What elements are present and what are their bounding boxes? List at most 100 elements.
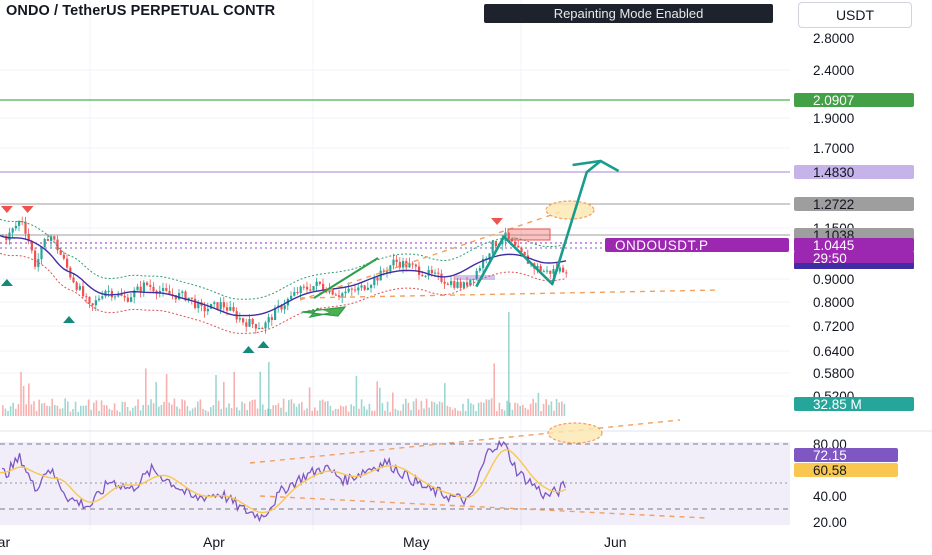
volume-bar [129,410,131,416]
candle-body [382,270,385,272]
volume-bar [381,403,384,416]
volume-bar [51,398,53,416]
candle-body [139,286,142,292]
trading-chart[interactable]: 2.80002.40001.90001.70001.15000.90000.80… [0,0,932,550]
volume-bar [537,392,540,416]
candle-body [322,283,325,290]
volume-bar [327,401,329,416]
volume-bar [280,407,282,416]
volume-bar [511,409,514,416]
volume-bar [418,409,420,416]
volume-bar [329,405,332,416]
price-axis-label: 1.9000 [813,111,854,126]
volume-bar [56,405,59,416]
candle-body [552,269,555,274]
volume-bar [431,401,433,416]
volume-bar [527,409,529,416]
candle-body [56,239,59,251]
volume-bar [293,403,295,416]
candle-body [453,281,456,288]
candle-body [459,281,462,288]
volume-bar [217,400,220,416]
candle-body [360,285,363,288]
volume-bar [275,405,277,416]
price-axis-label: 0.7200 [813,319,854,334]
volume-bar [501,409,503,416]
lower-envelope [0,252,567,334]
candle-body [213,302,216,304]
volume-bar [12,402,14,416]
volume-bar [264,409,267,416]
candle-body [562,267,565,273]
volume-bar [306,408,308,416]
volume-bar [137,399,139,416]
candle-body [283,305,286,310]
candle-body [466,282,469,286]
candle-body [245,322,248,327]
volume-bar [251,399,254,416]
volume-bar [7,410,9,416]
candle-body [126,297,129,302]
volume-bar [438,401,441,416]
candle-body [354,289,357,291]
volume-bar [428,407,430,416]
price-tag-label: 2.0907 [813,93,854,108]
volume-bar [321,399,324,416]
candle-body [542,271,545,273]
volume-bar [397,410,399,416]
volume-bar [373,410,376,416]
volume-bar [529,403,532,416]
volume-bar [82,405,85,416]
price-tag-countdown [794,251,914,265]
time-axis-label: Apr [203,534,225,550]
volume-bar [139,410,142,416]
volume-bar [459,411,462,416]
volume-bar [483,402,485,416]
currency-selector[interactable]: USDT [798,2,912,28]
candle-body [344,291,347,294]
volume-bar [184,400,186,416]
candle-body [261,328,264,330]
volume-bar [542,403,545,416]
volume-bar [223,381,225,416]
volume-bar [103,405,105,416]
volume-bar [394,408,397,416]
volume-bar [490,398,493,416]
volume-bar [74,401,77,416]
volume-bar [228,403,230,416]
volume-bar [540,411,542,416]
volume-bar [332,410,334,416]
volume-bar [15,408,17,416]
volume-bar [121,401,124,416]
volume-bar [272,405,274,416]
candle-body [267,317,270,323]
candle-body [414,264,417,267]
volume-bars [2,312,566,416]
volume-bar [436,404,438,416]
volume-bar [451,409,454,416]
volume-bar [519,405,521,416]
volume-bar [423,408,425,416]
volume-bar [503,410,506,416]
volume-bar [464,410,467,416]
target-ellipse-price [545,200,595,220]
volume-bar [173,398,176,416]
volume-bar [236,407,238,416]
volume-bar [410,410,412,416]
upper-envelope [0,218,567,300]
candle-body [296,292,299,294]
volume-bar [158,406,160,416]
candle-body [238,318,241,320]
candle-body [389,265,392,272]
candle-body [302,286,305,288]
candle-body [24,221,27,234]
volume-bar [457,410,459,416]
resistance-zone [507,228,551,241]
price-axis-label: 0.9000 [813,272,854,287]
volume-bar [545,399,547,416]
volume-bar [241,401,243,416]
price-tag-ma [794,263,914,269]
volume-bar [165,373,168,416]
candle-body [546,270,549,272]
volume-bar [72,408,74,416]
